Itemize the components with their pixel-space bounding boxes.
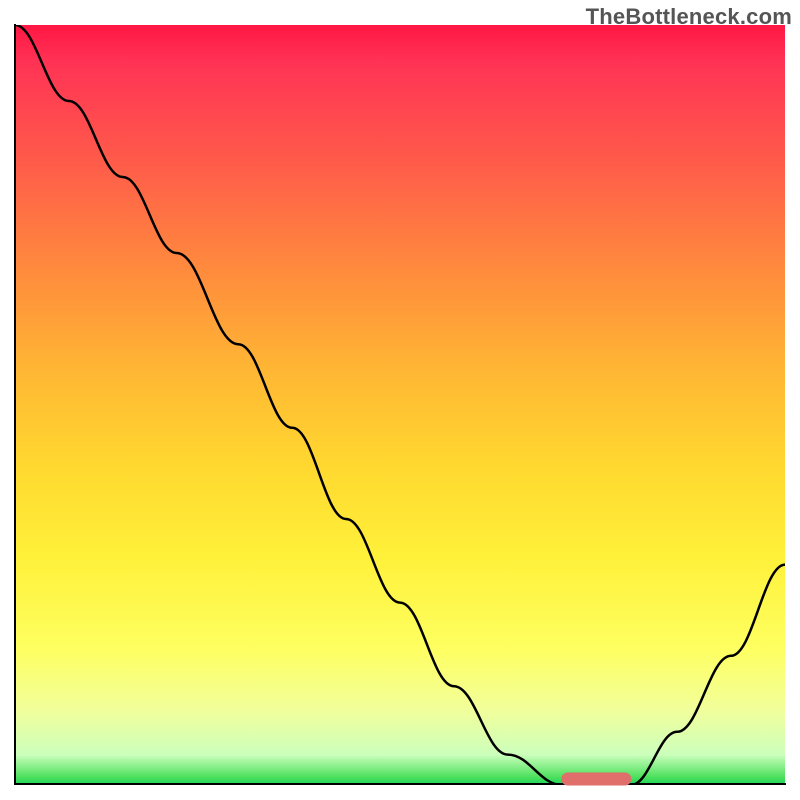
chart-optimum-marker bbox=[562, 772, 631, 785]
y-axis-line bbox=[14, 24, 16, 785]
chart-plot-area bbox=[15, 25, 785, 785]
x-axis-line bbox=[14, 783, 786, 785]
chart-background-gradient bbox=[15, 25, 785, 785]
watermark-text: TheBottleneck.com bbox=[586, 4, 792, 30]
